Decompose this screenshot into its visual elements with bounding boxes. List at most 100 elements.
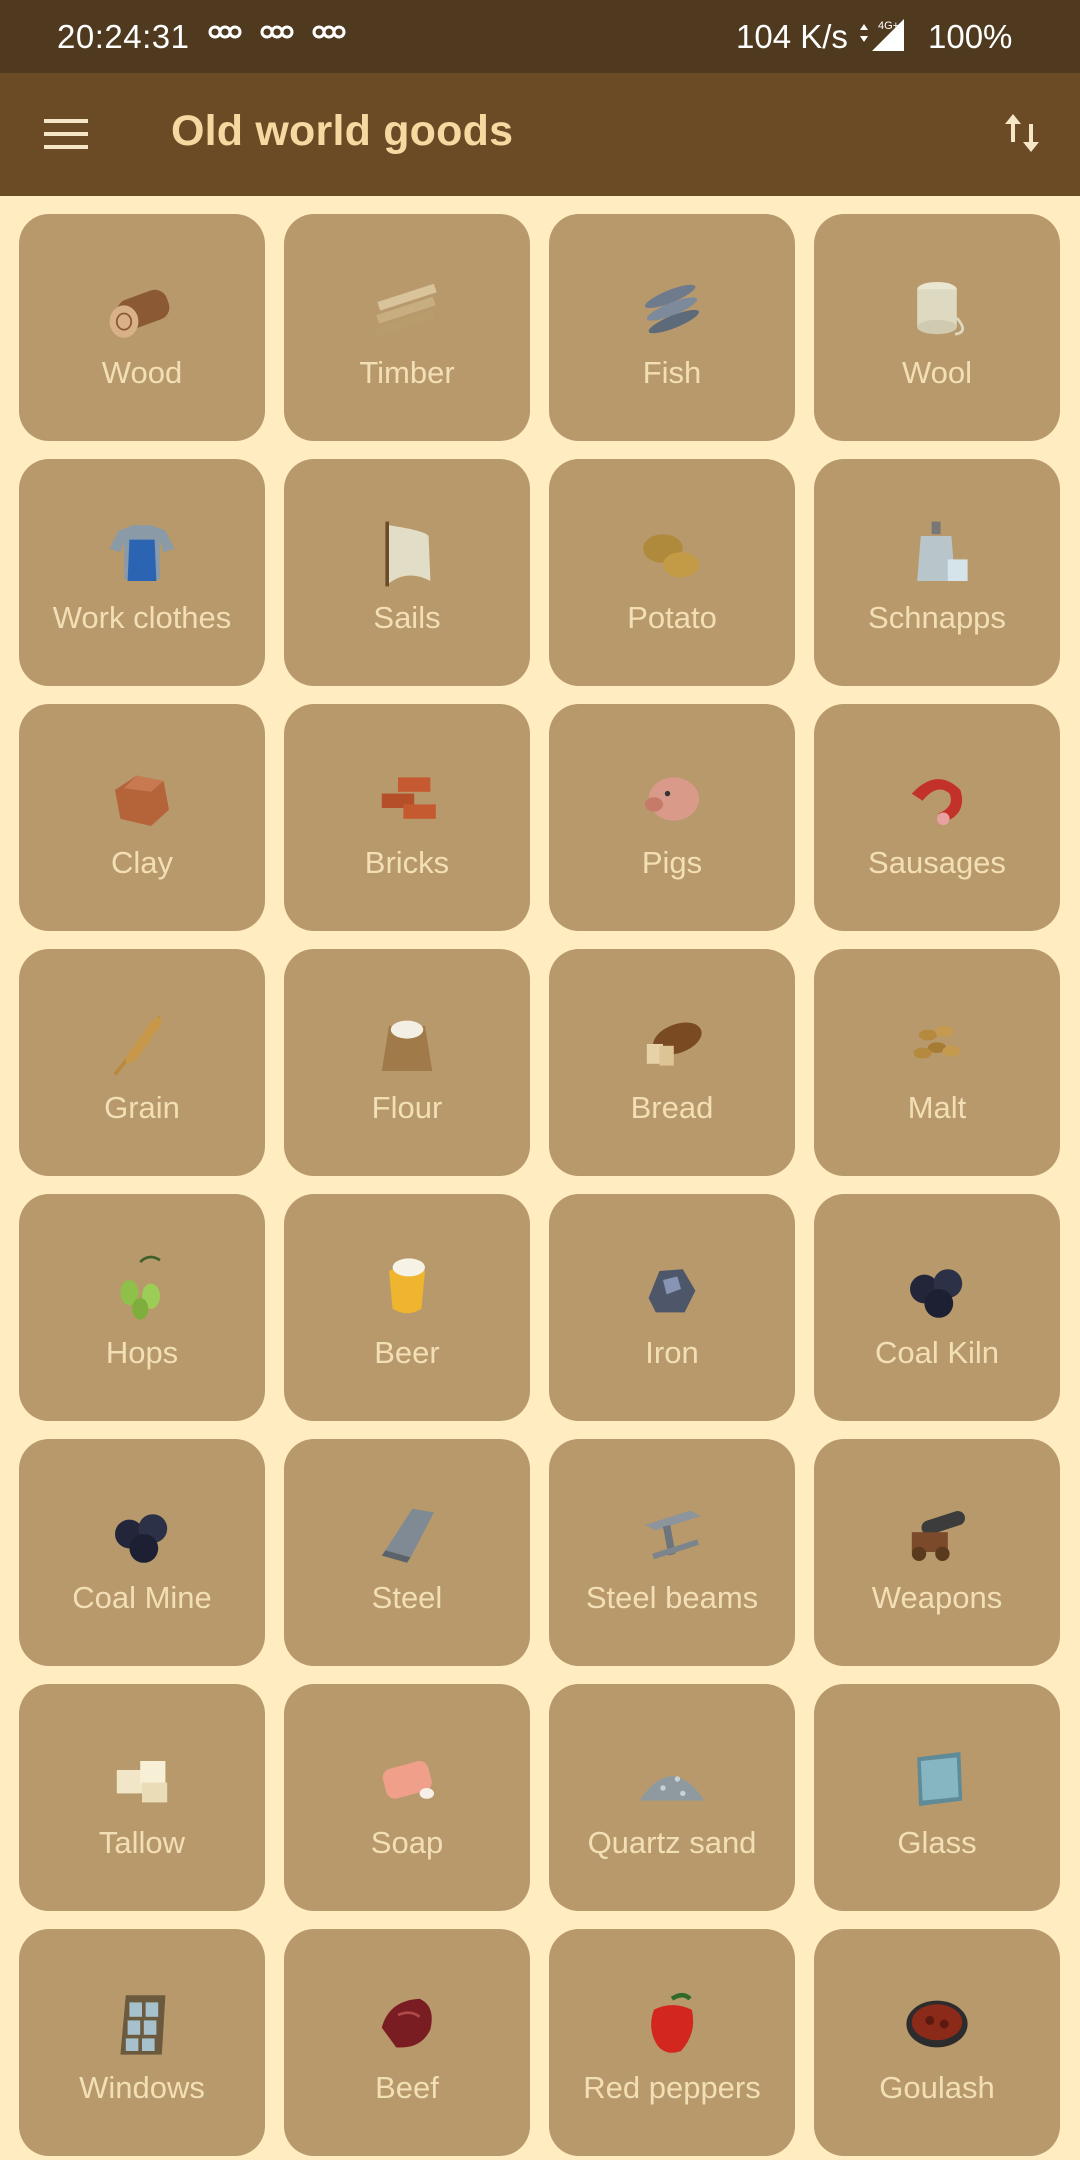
goods-tile-label: Potato	[627, 600, 717, 635]
goods-tile[interactable]: Bread	[549, 949, 795, 1176]
menu-button[interactable]	[30, 103, 102, 165]
page-title: Old world goods	[171, 107, 514, 155]
goods-tile-label: Quartz sand	[587, 1825, 757, 1860]
goods-tile-label: Soap	[370, 1825, 444, 1860]
malt-icon	[913, 1026, 961, 1059]
goods-tile-label: Windows	[79, 2070, 205, 2105]
goods-tile[interactable]: Weapons	[814, 1439, 1060, 1666]
beef-icon	[381, 1998, 432, 2048]
battery-level: 100%	[928, 18, 1013, 55]
clay-icon	[115, 775, 169, 826]
goods-tile[interactable]: Wood	[19, 214, 265, 441]
fish-icon	[645, 284, 699, 334]
goods-tile[interactable]: Work clothes	[19, 459, 265, 686]
status-bar: 20:24:31 104 K/s 4G+ 100%	[0, 0, 1080, 73]
goods-tile-label: Beer	[374, 1335, 440, 1370]
window-icon	[120, 1995, 166, 2055]
goods-tile[interactable]: Coal Kiln	[814, 1194, 1060, 1421]
network-type: 4G+	[878, 20, 899, 32]
goods-tile[interactable]: Sails	[284, 459, 530, 686]
goods-tile[interactable]: Pigs	[549, 704, 795, 931]
potato-icon	[643, 534, 699, 578]
goods-grid: Wood Timber Fish Wool Work clothes Sails Potat…	[19, 214, 1061, 2156]
status-time: 20:24:31	[57, 18, 190, 55]
goods-tile-label: Flour	[371, 1090, 443, 1125]
goods-tile[interactable]: Potato	[549, 459, 795, 686]
goods-tile-label: Red peppers	[583, 2070, 761, 2105]
goods-tile[interactable]: Hops	[19, 1194, 265, 1421]
goods-tile[interactable]: Goulash	[814, 1929, 1060, 2156]
goods-tile[interactable]: Iron	[549, 1194, 795, 1421]
goods-tile-label: Malt	[907, 1090, 967, 1125]
flour-sack-icon	[381, 1020, 433, 1071]
goods-tile-label: Coal Kiln	[874, 1335, 1000, 1370]
bread-icon	[646, 1022, 702, 1066]
sails-icon	[385, 521, 431, 587]
goods-tile-label: Pigs	[641, 845, 703, 880]
goods-tile-label: Clay	[110, 845, 173, 880]
hops-icon	[120, 1255, 161, 1320]
goods-tile[interactable]: Soap	[284, 1684, 530, 1911]
goods-tile-label: Grain	[104, 1090, 180, 1125]
coal-kiln-icon	[910, 1269, 963, 1318]
goods-tile-label: Iron	[645, 1335, 699, 1370]
iron-ore-icon	[648, 1269, 696, 1313]
loop-icon	[312, 25, 346, 39]
goods-tile[interactable]: Glass	[814, 1684, 1060, 1911]
work-clothes-icon	[109, 525, 175, 581]
wood-log-icon	[109, 289, 170, 338]
goods-tile-label: Work clothes	[52, 600, 232, 635]
sort-arrows-icon	[1005, 114, 1039, 152]
beer-glass-icon	[389, 1258, 425, 1314]
goods-tile-label: Beef	[375, 2070, 439, 2105]
coal-mine-icon	[115, 1514, 168, 1563]
goods-tile[interactable]: Timber	[284, 214, 530, 441]
hamburger-menu-icon	[44, 119, 88, 149]
red-pepper-icon	[651, 1992, 694, 2053]
steel-beam-icon	[645, 1510, 701, 1560]
goods-tile[interactable]: Grain	[19, 949, 265, 1176]
goods-tile[interactable]: Wool	[814, 214, 1060, 441]
goods-tile-label: Schnapps	[868, 600, 1006, 635]
wool-spool-icon	[917, 282, 964, 336]
goulash-pot-icon	[906, 2000, 968, 2048]
goods-tile-label: Weapons	[871, 1580, 1003, 1615]
goods-tile[interactable]: Bricks	[284, 704, 530, 931]
goods-tile-label: Wood	[101, 355, 183, 390]
goods-tile[interactable]: Malt	[814, 949, 1060, 1176]
quartz-sand-icon	[639, 1776, 705, 1801]
goods-tile[interactable]: Coal Mine	[19, 1439, 265, 1666]
goods-tile-label: Tallow	[98, 1825, 186, 1860]
goods-tile[interactable]: Steel	[284, 1439, 530, 1666]
loop-icon	[260, 25, 294, 39]
network-speed: 104 K/s	[736, 18, 848, 55]
goods-tile[interactable]: Red peppers	[549, 1929, 795, 2156]
goods-tile[interactable]: Schnapps	[814, 459, 1060, 686]
cannon-icon	[911, 1510, 966, 1561]
glass-pane-icon	[917, 1752, 963, 1806]
app-bar: Old world goods	[0, 73, 1080, 196]
goods-tile-label: Fish	[642, 355, 702, 390]
goods-tile[interactable]: Sausages	[814, 704, 1060, 931]
goods-tile[interactable]: Beer	[284, 1194, 530, 1421]
goods-tile-label: Bricks	[364, 845, 450, 880]
goods-tile-label: Steel	[371, 1580, 443, 1615]
signal-icon: 4G+	[860, 19, 904, 51]
tallow-icon	[116, 1761, 168, 1803]
goods-tile-label: Goulash	[879, 2070, 995, 2105]
goods-tile[interactable]: Beef	[284, 1929, 530, 2156]
status-notification-icons	[208, 22, 346, 42]
goods-tile-label: Hops	[105, 1335, 179, 1370]
goods-tile[interactable]: Clay	[19, 704, 265, 931]
goods-tile-label: Timber	[359, 355, 455, 390]
goods-tile[interactable]: Windows	[19, 1929, 265, 2156]
sort-button[interactable]	[990, 101, 1054, 165]
goods-tile[interactable]: Fish	[549, 214, 795, 441]
grain-icon	[113, 1015, 162, 1076]
goods-tile[interactable]: Steel beams	[549, 1439, 795, 1666]
goods-tile[interactable]: Quartz sand	[549, 1684, 795, 1911]
goods-tile[interactable]: Tallow	[19, 1684, 265, 1911]
goods-tile[interactable]: Flour	[284, 949, 530, 1176]
schnapps-bottle-icon	[917, 521, 968, 581]
sausage-icon	[911, 779, 963, 826]
